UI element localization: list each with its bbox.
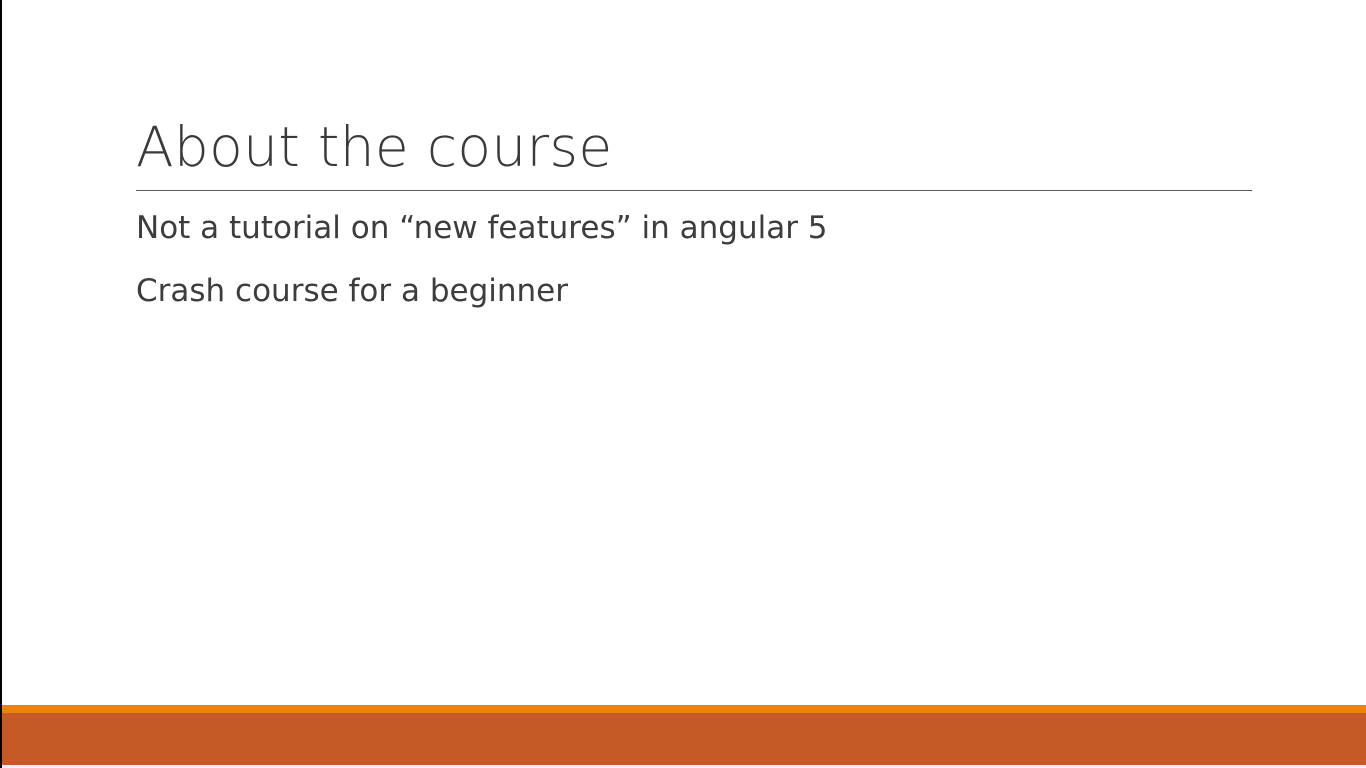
footer-accent-stripe [2, 705, 1366, 713]
footer-band [2, 713, 1366, 765]
bullet-item-crash-course: Crash course for a beginner [136, 273, 569, 309]
bullet-list: Not a tutorial on “new features” in angu… [136, 206, 828, 332]
slide: About the course Not a tutorial on “new … [2, 0, 1366, 768]
title-divider [136, 190, 1252, 191]
bullet-item-not-a-tutorial: Not a tutorial on “new features” in angu… [136, 210, 828, 246]
slide-title: About the course [136, 115, 613, 179]
